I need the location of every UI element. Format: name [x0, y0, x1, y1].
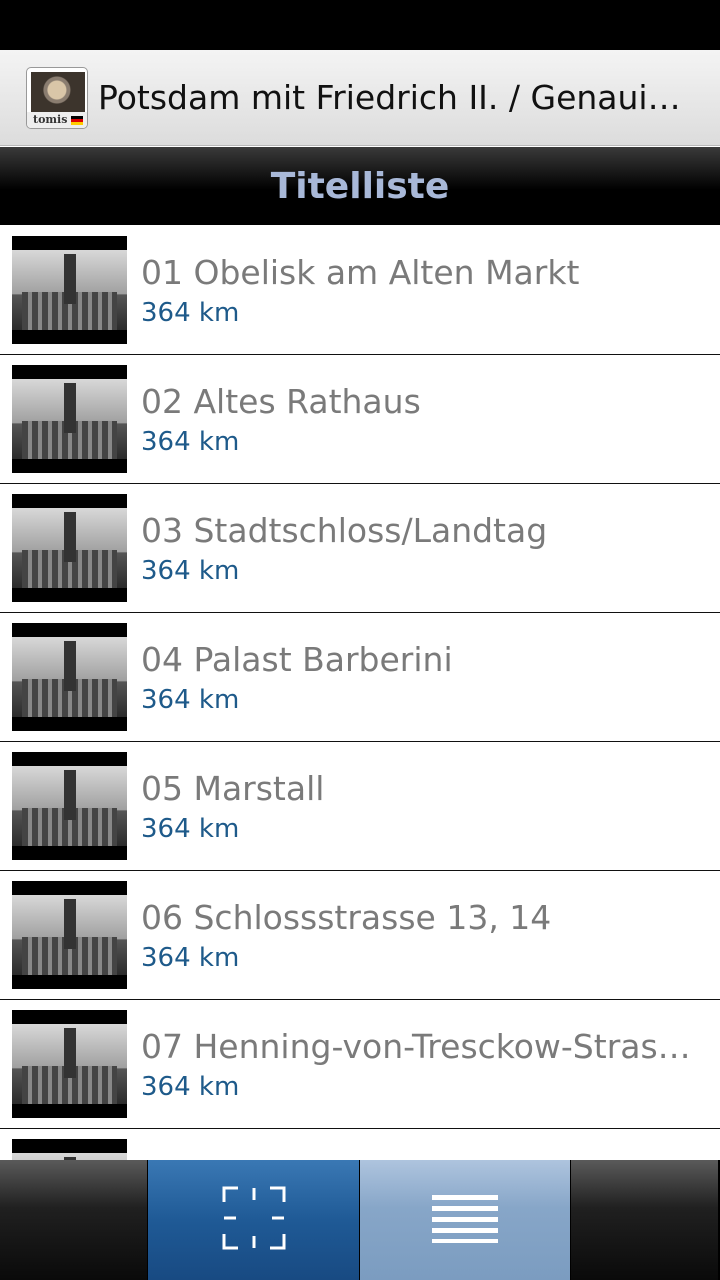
- list-item[interactable]: 06 Schlossstrasse 13, 14 364 km: [0, 871, 720, 1000]
- list-item[interactable]: 03 Stadtschloss/Landtag 364 km: [0, 484, 720, 613]
- thumbnail-image: [12, 494, 127, 602]
- list-item-title: 06 Schlossstrasse 13, 14: [141, 897, 552, 937]
- list-button[interactable]: [359, 1160, 571, 1280]
- list-item[interactable]: 05 Marstall 364 km: [0, 742, 720, 871]
- list-item-distance: 364 km: [141, 684, 240, 715]
- bottom-nav: [0, 1160, 720, 1280]
- scan-icon: [222, 1186, 286, 1254]
- german-flag-icon: [71, 115, 83, 125]
- thumbnail-image: [12, 365, 127, 473]
- app-title: Potsdam mit Friedrich II. / Genauig…: [98, 78, 688, 117]
- list-item-distance: 364 km: [141, 942, 240, 973]
- list-item-distance: 364 km: [141, 813, 240, 844]
- title-list[interactable]: 01 Obelisk am Alten Markt 364 km 02 Alte…: [0, 226, 720, 1161]
- thumbnail-image: [12, 236, 127, 344]
- list-item[interactable]: 02 Altes Rathaus 364 km: [0, 355, 720, 484]
- thumbnail-image: [12, 752, 127, 860]
- action-bar: tomis Potsdam mit Friedrich II. / Genaui…: [0, 50, 720, 146]
- app-logo-icon[interactable]: tomis: [26, 66, 88, 129]
- list-item[interactable]: 01 Obelisk am Alten Markt 364 km: [0, 226, 720, 355]
- scan-button[interactable]: [147, 1160, 359, 1280]
- thumbnail-image: [12, 1139, 127, 1161]
- list-item-title: 01 Obelisk am Alten Markt: [141, 252, 580, 292]
- bottom-nav-left-spacer: [0, 1160, 147, 1280]
- list-item-title: 02 Altes Rathaus: [141, 381, 421, 421]
- list-item-distance: 364 km: [141, 297, 240, 328]
- list-item[interactable]: 04 Palast Barberini 364 km: [0, 613, 720, 742]
- list-header: Titelliste: [0, 147, 720, 225]
- list-item-title: 03 Stadtschloss/Landtag: [141, 510, 548, 550]
- list-item-distance: 364 km: [141, 426, 240, 457]
- status-bar: [0, 0, 720, 50]
- list-item-title: 04 Palast Barberini: [141, 639, 453, 679]
- bottom-nav-right-spacer: [571, 1160, 718, 1280]
- list-item-distance: 364 km: [141, 1071, 240, 1102]
- list-item-title: 05 Marstall: [141, 768, 325, 808]
- list-item-distance: 364 km: [141, 555, 240, 586]
- thumbnail-image: [12, 881, 127, 989]
- list-item-title: 07 Henning-von-Tresckow-Stras…: [141, 1026, 691, 1066]
- list-item[interactable]: 07 Henning-von-Tresckow-Stras… 364 km: [0, 1000, 720, 1129]
- thumbnail-image: [12, 1010, 127, 1118]
- thumbnail-image: [12, 623, 127, 731]
- list-icon: [432, 1193, 498, 1247]
- portrait-image: [31, 71, 85, 112]
- list-header-title: Titelliste: [270, 165, 450, 207]
- list-item[interactable]: [0, 1129, 720, 1161]
